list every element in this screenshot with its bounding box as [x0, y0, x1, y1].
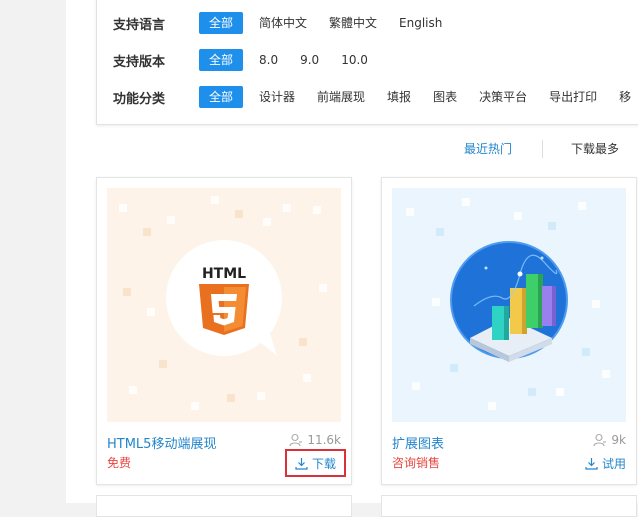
- download-count: 11.6k: [289, 433, 341, 447]
- user-icon: [289, 433, 303, 447]
- chip-version-10[interactable]: 10.0: [333, 49, 376, 71]
- plugin-card[interactable]: 扩展图表 咨询销售 9k 试用: [381, 177, 637, 485]
- chip-fill-report[interactable]: 填报: [379, 86, 419, 108]
- chip-chart[interactable]: 图表: [425, 86, 465, 108]
- filter-row-version: 支持版本 全部 8.0 9.0 10.0: [113, 49, 382, 71]
- chip-version-9[interactable]: 9.0: [292, 49, 327, 71]
- chip-frontend-display[interactable]: 前端展现: [309, 86, 373, 108]
- count-value: 9k: [611, 433, 626, 447]
- trial-label: 试用: [601, 456, 626, 471]
- filter-label: 功能分类: [113, 91, 166, 107]
- sort-bar: 最近热门 下载最多: [0, 140, 638, 158]
- filter-label: 支持语言: [113, 17, 166, 33]
- chip-export-print[interactable]: 导出打印: [541, 86, 605, 108]
- card-title[interactable]: 扩展图表: [392, 433, 444, 452]
- filter-panel: 支持语言 全部 简体中文 繁體中文 English 支持版本 全部 8.0 9.…: [96, 0, 638, 125]
- download-icon: [295, 457, 308, 470]
- download-icon: [585, 457, 598, 470]
- sort-most-downloads[interactable]: 下载最多: [571, 140, 619, 157]
- user-icon: [593, 433, 607, 447]
- card-title[interactable]: HTML5移动端展现: [107, 433, 216, 452]
- card-thumbnail: [392, 188, 626, 422]
- card-price: 免费: [107, 456, 132, 470]
- sort-recent-hot[interactable]: 最近热门: [464, 140, 512, 157]
- html-logo-text: HTML: [202, 266, 246, 282]
- filter-row-language: 支持语言 全部 简体中文 繁體中文 English: [113, 12, 456, 34]
- chip-more[interactable]: 移: [611, 86, 638, 108]
- filter-label: 支持版本: [113, 54, 166, 70]
- chip-english[interactable]: English: [391, 12, 450, 34]
- card-thumbnail: HTML: [107, 188, 341, 422]
- chip-traditional-chinese[interactable]: 繁體中文: [321, 12, 385, 34]
- plugin-card[interactable]: HTML HTML5移动端展现 免费 11.6k 下载: [96, 177, 352, 485]
- filter-row-category: 功能分类 全部 设计器 前端展现 填报 图表 决策平台 导出打印 移: [113, 86, 638, 108]
- chip-decision-platform[interactable]: 决策平台: [471, 86, 535, 108]
- plugin-card-partial[interactable]: [381, 495, 637, 517]
- chip-all[interactable]: 全部: [199, 49, 244, 71]
- chip-all[interactable]: 全部: [199, 12, 244, 34]
- card-price: 咨询销售: [392, 456, 441, 470]
- chip-designer[interactable]: 设计器: [251, 86, 303, 108]
- chip-version-8[interactable]: 8.0: [251, 49, 286, 71]
- trial-button[interactable]: 试用: [585, 454, 626, 472]
- count-value: 11.6k: [307, 433, 341, 447]
- chip-all[interactable]: 全部: [199, 86, 244, 108]
- chip-simplified-chinese[interactable]: 简体中文: [251, 12, 315, 34]
- download-button[interactable]: 下载: [284, 449, 347, 477]
- download-label: 下载: [311, 456, 336, 471]
- plugin-card-partial[interactable]: [96, 495, 352, 517]
- divider: [542, 140, 543, 158]
- download-count: 9k: [593, 433, 626, 447]
